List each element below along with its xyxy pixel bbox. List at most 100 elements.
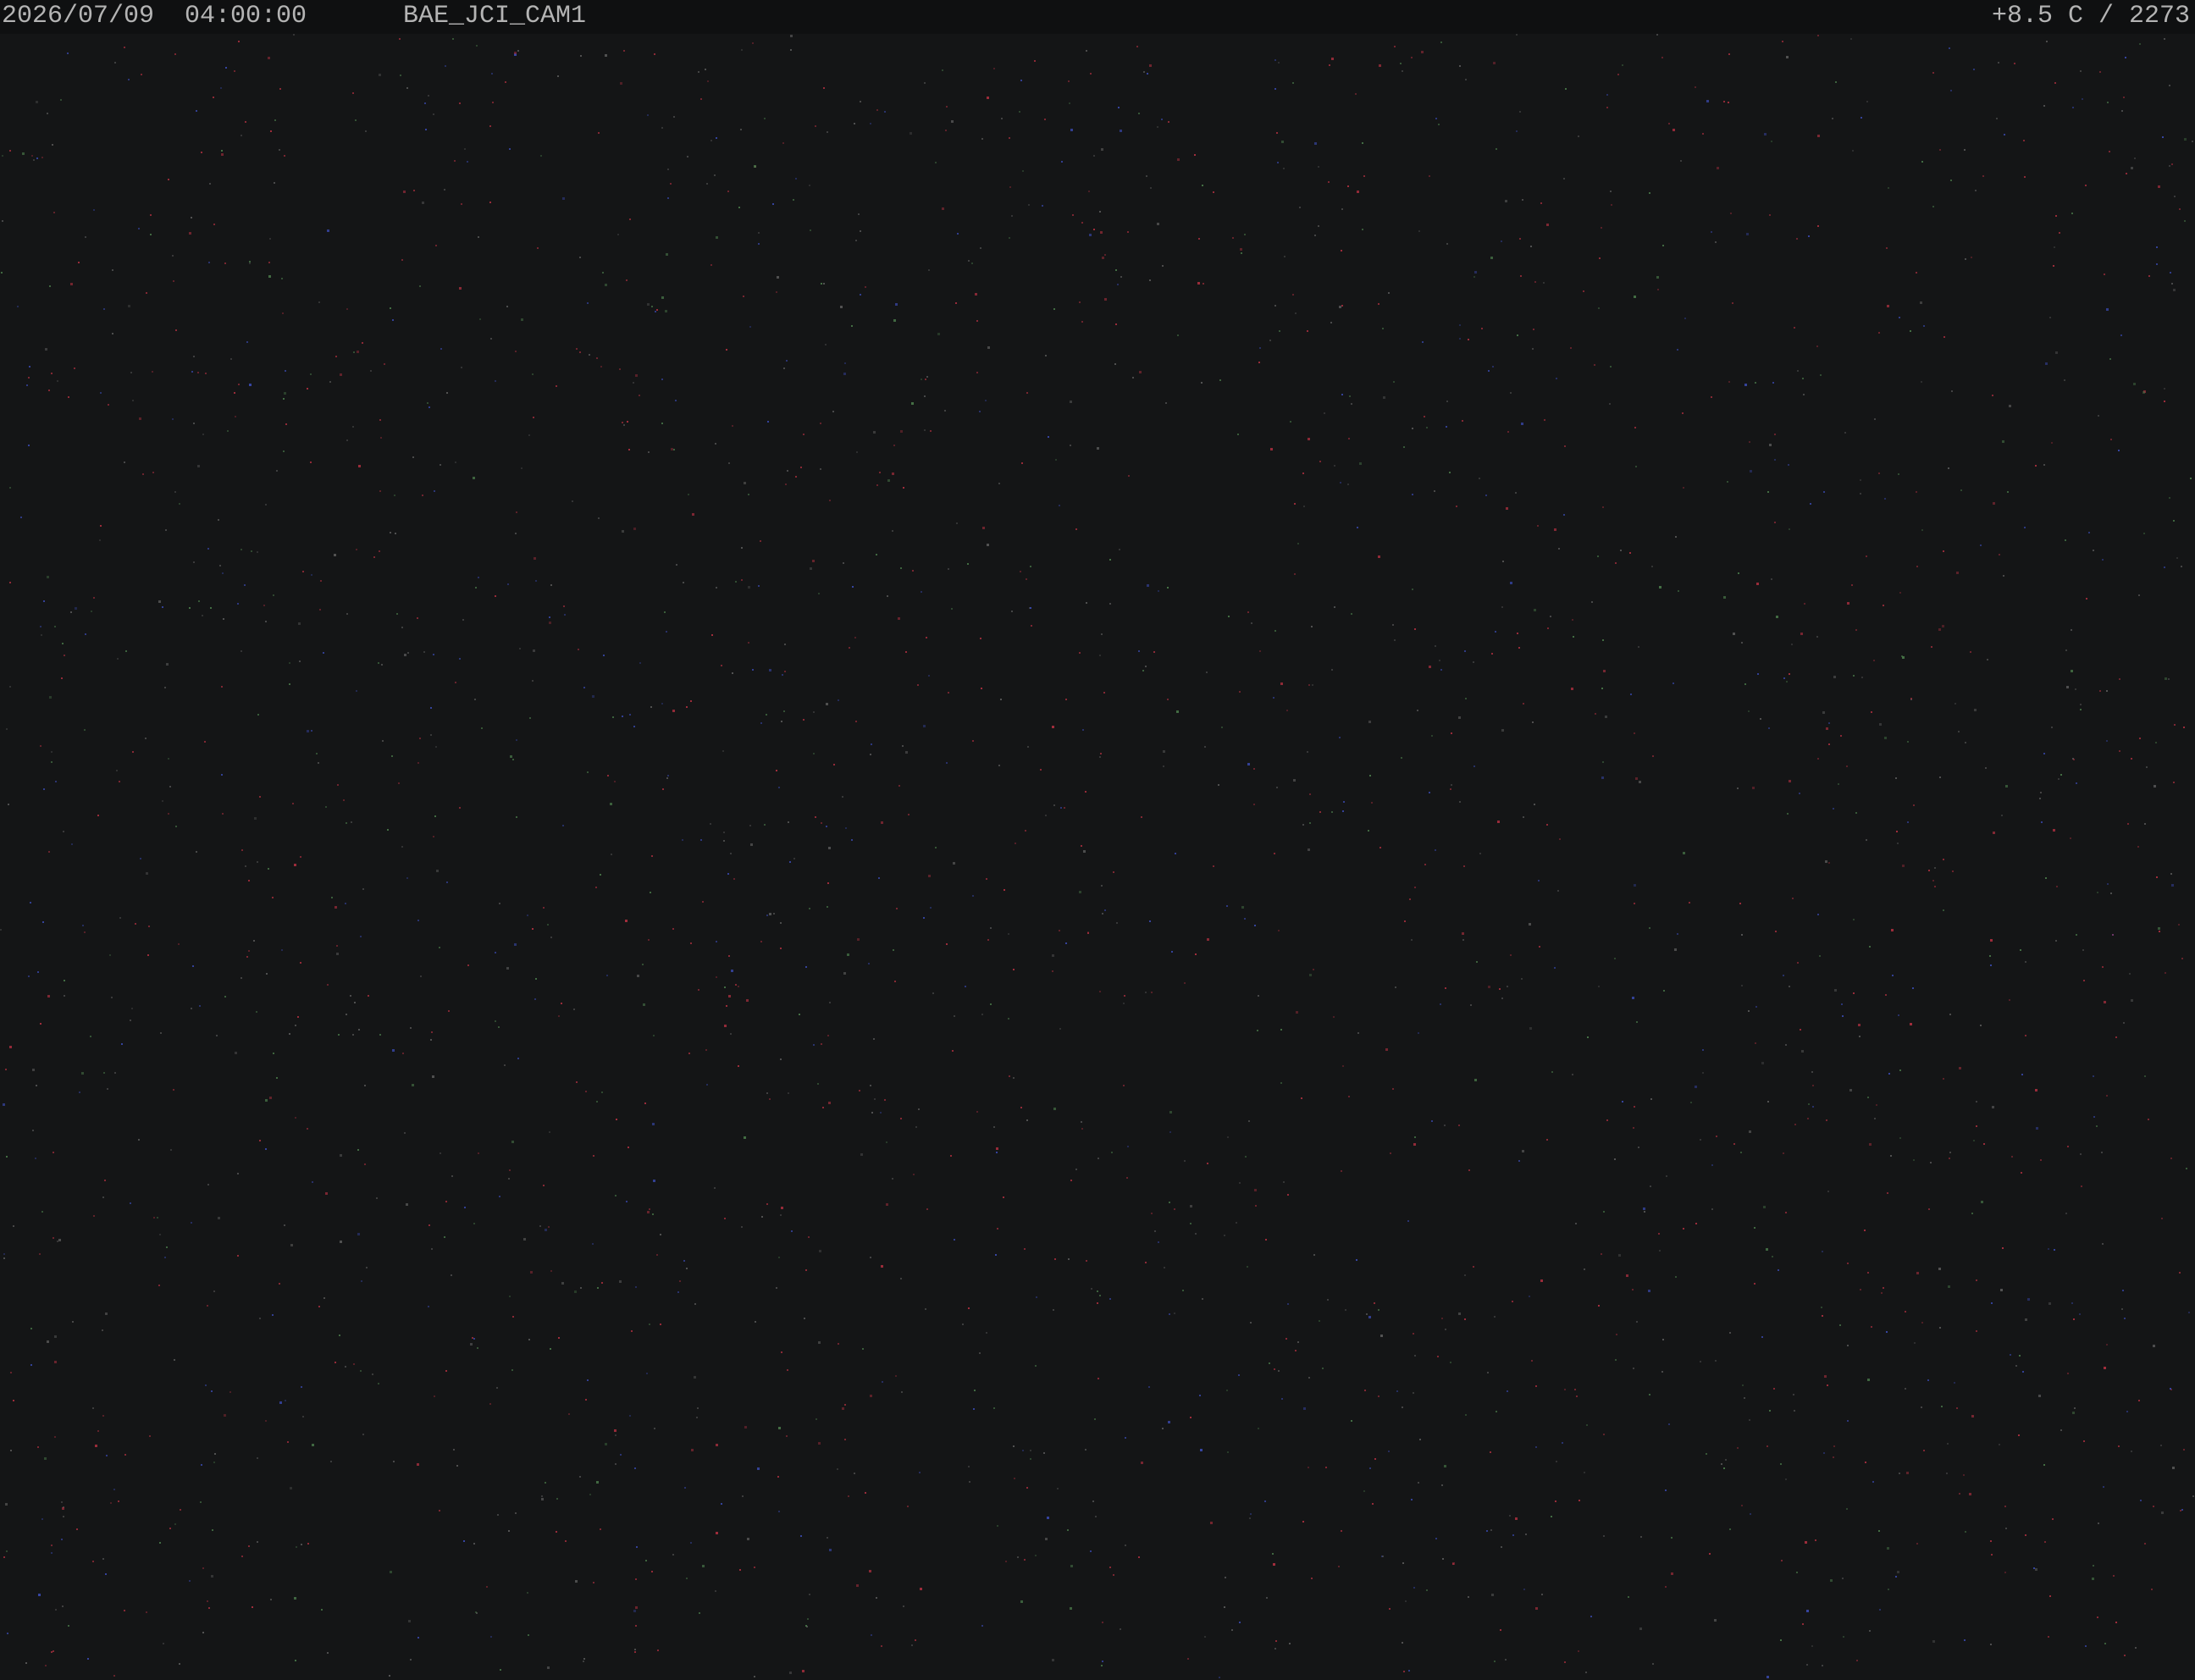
noise-pixel <box>1244 918 1246 920</box>
noise-pixel <box>1564 1661 1566 1663</box>
noise-pixel <box>1939 149 1941 151</box>
noise-pixel <box>578 649 579 650</box>
noise-pixel <box>1754 1283 1755 1285</box>
noise-pixel <box>1458 1312 1461 1315</box>
noise-pixel <box>61 1539 63 1540</box>
noise-pixel <box>660 1324 661 1325</box>
noise-pixel <box>2079 1313 2081 1315</box>
noise-pixel <box>805 966 807 968</box>
noise-pixel <box>788 821 789 823</box>
noise-pixel <box>979 411 981 412</box>
noise-pixel <box>1153 651 1155 653</box>
noise-pixel <box>1501 1546 1502 1548</box>
noise-pixel <box>1810 503 1811 505</box>
noise-pixel <box>1030 1458 1031 1460</box>
noise-pixel <box>1634 1106 1635 1108</box>
noise-pixel <box>1024 1559 1026 1561</box>
noise-pixel <box>1793 1394 1794 1395</box>
noise-pixel <box>402 1053 404 1054</box>
noise-pixel <box>1802 1623 1804 1625</box>
noise-pixel <box>802 1670 804 1672</box>
noise-pixel <box>1115 269 1117 271</box>
noise-pixel <box>2169 165 2170 167</box>
noise-pixel <box>606 975 608 976</box>
noise-pixel <box>1563 514 1565 516</box>
noise-pixel <box>1841 1003 1843 1005</box>
noise-pixel <box>882 1381 883 1383</box>
noise-pixel <box>2099 71 2101 73</box>
noise-pixel <box>707 80 709 82</box>
noise-pixel <box>382 740 384 742</box>
noise-pixel <box>1603 670 1606 672</box>
noise-pixel <box>2110 439 2112 440</box>
noise-pixel <box>925 379 926 380</box>
noise-pixel <box>1899 317 1900 318</box>
noise-pixel <box>1666 1175 1667 1177</box>
noise-pixel <box>644 1102 646 1104</box>
noise-pixel <box>459 287 462 290</box>
noise-pixel <box>1632 997 1634 999</box>
noise-pixel <box>688 1053 690 1054</box>
noise-pixel <box>1969 1493 1971 1495</box>
noise-pixel <box>2081 1185 2082 1187</box>
noise-pixel <box>635 1286 637 1288</box>
noise-pixel <box>473 1543 475 1545</box>
noise-pixel <box>540 155 542 157</box>
noise-pixel <box>721 1503 722 1505</box>
noise-pixel <box>2170 272 2171 274</box>
noise-pixel <box>684 1487 686 1489</box>
noise-pixel <box>651 855 653 857</box>
noise-pixel <box>1895 777 1897 779</box>
noise-pixel <box>392 1049 395 1052</box>
noise-pixel <box>1132 377 1134 379</box>
noise-pixel <box>1043 1452 1045 1454</box>
noise-pixel <box>1109 1298 1111 1300</box>
noise-pixel <box>1221 727 1223 728</box>
noise-pixel <box>1359 462 1362 465</box>
noise-pixel <box>1943 909 1944 911</box>
noise-pixel <box>593 1582 594 1583</box>
noise-pixel <box>1939 776 1941 778</box>
noise-pixel <box>1659 1250 1661 1252</box>
noise-pixel <box>1852 150 1854 152</box>
noise-pixel <box>1597 555 1599 557</box>
noise-pixel <box>1307 330 1308 332</box>
noise-pixel <box>113 1675 115 1677</box>
noise-pixel <box>948 568 949 570</box>
noise-pixel <box>379 419 381 421</box>
noise-pixel <box>1932 880 1934 881</box>
noise-pixel <box>1099 1295 1101 1296</box>
noise-pixel <box>645 1560 647 1561</box>
noise-pixel <box>1522 199 1523 201</box>
noise-pixel <box>213 97 214 98</box>
noise-pixel <box>971 262 973 264</box>
noise-pixel <box>445 65 446 67</box>
noise-pixel <box>843 562 844 564</box>
noise-pixel <box>2048 1302 2051 1305</box>
noise-pixel <box>1394 639 1396 641</box>
noise-pixel <box>1634 903 1635 904</box>
noise-pixel <box>843 972 846 975</box>
noise-pixel <box>865 1492 866 1494</box>
noise-pixel <box>587 771 589 773</box>
noise-pixel <box>1198 238 1200 240</box>
noise-pixel <box>1570 347 1572 349</box>
noise-pixel <box>1823 1452 1825 1454</box>
noise-pixel <box>739 1569 741 1571</box>
noise-pixel <box>1755 1042 1756 1044</box>
noise-pixel <box>1796 1572 1798 1573</box>
noise-pixel <box>1853 919 1855 920</box>
noise-pixel <box>500 1669 501 1671</box>
noise-pixel <box>213 224 215 225</box>
noise-pixel <box>690 700 692 702</box>
noise-pixel <box>362 342 363 344</box>
noise-pixel <box>900 567 902 569</box>
noise-pixel <box>1507 986 1508 987</box>
noise-pixel <box>1771 141 1772 142</box>
noise-pixel <box>2110 892 2112 894</box>
noise-pixel <box>119 781 120 782</box>
noise-pixel <box>26 384 28 386</box>
noise-pixel <box>1807 1118 1809 1119</box>
noise-pixel <box>605 1443 607 1445</box>
noise-pixel <box>1878 1530 1880 1532</box>
